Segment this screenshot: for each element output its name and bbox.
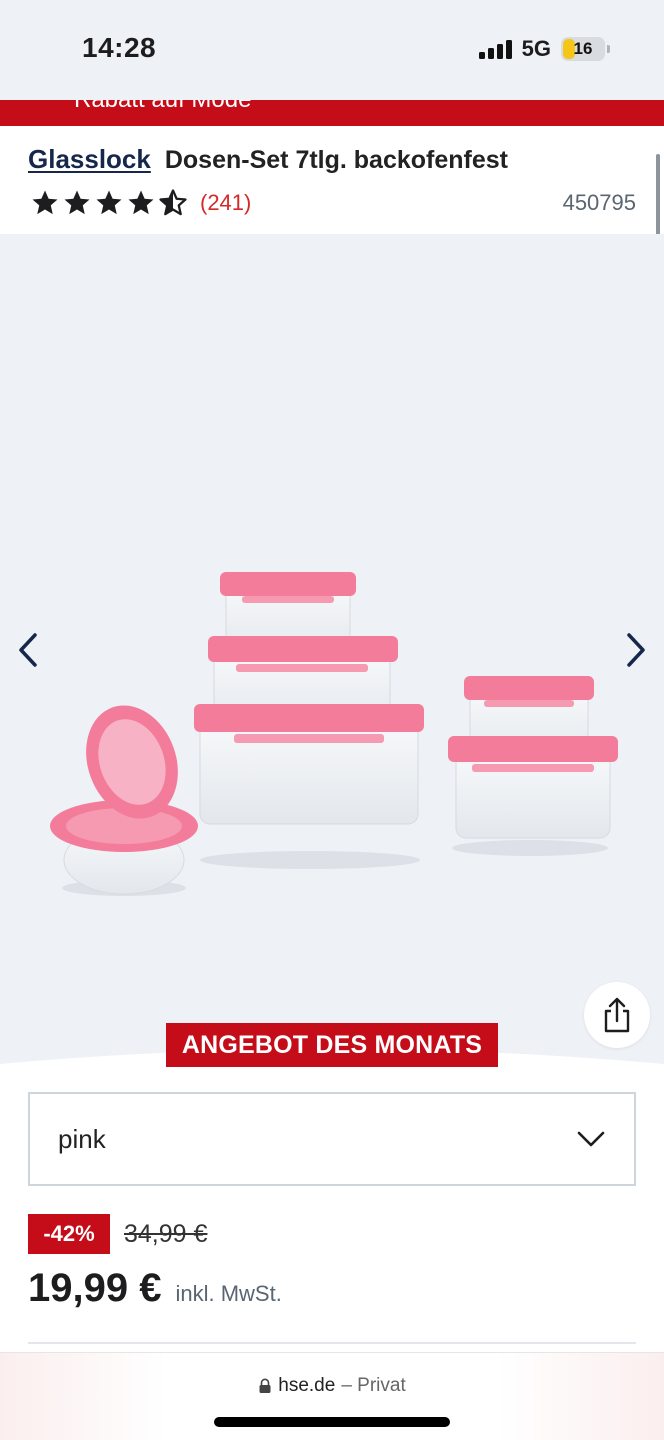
gallery-prev-button[interactable]: [8, 630, 48, 670]
private-mode-label: – Privat: [341, 1375, 406, 1396]
product-title: Dosen-Set 7tlg. backofenfest: [164, 146, 508, 174]
status-indicators: 5G 16: [478, 36, 610, 62]
battery-level: 16: [573, 39, 593, 58]
home-indicator[interactable]: [214, 1417, 450, 1427]
star-icon: [96, 190, 122, 215]
gallery-next-button[interactable]: [616, 630, 656, 670]
price-row: 19,99 € inkl. MwSt.: [28, 1266, 282, 1311]
current-price: 19,99 €: [28, 1266, 162, 1310]
network-type: 5G: [521, 36, 551, 61]
divider: [28, 1342, 636, 1344]
chevron-down-icon: [577, 1131, 605, 1147]
old-price-row: -42% 34,99 €: [28, 1214, 207, 1254]
url-display[interactable]: hse.de – Privat: [0, 1375, 664, 1397]
share-button[interactable]: [584, 982, 650, 1048]
star-icon: [64, 190, 90, 215]
chevron-left-icon: [19, 633, 37, 667]
battery-tip: [607, 45, 610, 53]
lock-icon: [259, 1378, 271, 1393]
url-host: hse.de: [278, 1375, 336, 1396]
product-title-row: Glasslock Dosen-Set 7tlg. backofenfest: [28, 144, 508, 175]
offer-badge: ANGEBOT DES MONATS: [166, 1023, 498, 1067]
promo-banner[interactable]: Rabatt auf Mode: [0, 100, 664, 126]
tax-note: inkl. MwSt.: [175, 1281, 282, 1306]
color-variant-select[interactable]: pink: [28, 1092, 636, 1186]
browser-address-bar[interactable]: hse.de – Privat: [0, 1352, 664, 1440]
chevron-right-icon: [627, 633, 645, 667]
old-price: 34,99 €: [124, 1219, 208, 1248]
product-image[interactable]: [44, 570, 620, 910]
discount-badge: -42%: [28, 1214, 110, 1254]
rating-row[interactable]: (241): [30, 188, 251, 218]
star-icon: [32, 190, 58, 215]
star-icon: [128, 190, 154, 215]
share-icon: [604, 997, 630, 1033]
status-bar: 14:28 5G 16: [0, 0, 664, 100]
star-half-icon: [159, 189, 187, 216]
product-gallery[interactable]: [0, 234, 664, 1064]
article-number: 450795: [562, 190, 636, 215]
signal-icon: [478, 39, 512, 59]
battery-icon: 16: [561, 37, 605, 61]
review-count[interactable]: (241): [200, 190, 251, 216]
star-rating: [30, 188, 188, 218]
brand-link[interactable]: Glasslock: [28, 144, 151, 175]
variant-selected-value: pink: [58, 1123, 106, 1154]
status-time: 14:28: [82, 32, 157, 63]
promo-text: Rabatt auf Mode: [74, 100, 251, 114]
